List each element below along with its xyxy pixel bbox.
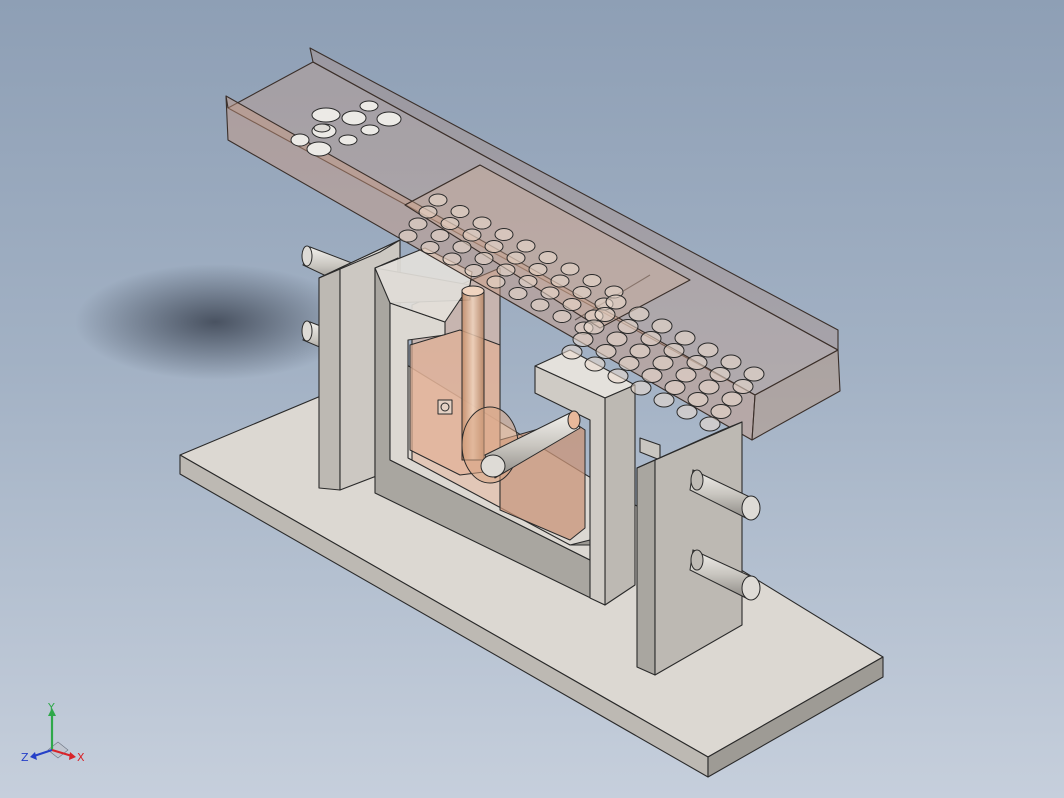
tray-hole [420, 241, 440, 254]
tray-hole [676, 404, 698, 420]
tray-hole [506, 251, 526, 265]
tray-hole [442, 252, 462, 266]
tray-hole [582, 274, 602, 287]
tray-hole [452, 240, 472, 254]
z-axis-icon [33, 748, 53, 758]
tray-hole [474, 252, 494, 265]
tray-hole [561, 344, 583, 360]
tray-hole [617, 319, 639, 334]
tray-hole [720, 354, 742, 370]
tray-hole [698, 379, 720, 395]
tray-hole [641, 368, 663, 383]
view-orientation-triad[interactable]: Y X Z [18, 700, 88, 775]
tray-hole [440, 217, 460, 230]
tray-hole [697, 342, 719, 358]
y-axis-label: Y [47, 701, 55, 714]
tray-hole [430, 229, 450, 242]
tray-hole [486, 275, 506, 289]
tray-hole [583, 319, 605, 335]
tray-hole [472, 216, 492, 230]
tray-hole [464, 264, 484, 277]
left-plate-front [318, 267, 341, 491]
tray-hole [496, 263, 516, 277]
tray-hole [732, 379, 754, 394]
cad-viewport[interactable]: Y X Z [0, 0, 1064, 798]
model-scene[interactable] [0, 0, 1064, 798]
tray-hole [518, 275, 538, 288]
tray-hole [562, 298, 582, 311]
tray-hole [595, 344, 617, 359]
tray-hole [398, 229, 418, 243]
tray-hole [594, 307, 616, 322]
tray-hole [630, 380, 652, 396]
tray-hole [675, 367, 697, 383]
tray-hole [550, 274, 570, 288]
tray-hole [605, 294, 627, 310]
tray-hole [628, 306, 650, 322]
right-plate-back-pins [639, 437, 661, 461]
tray-hole [699, 416, 721, 432]
tray-hole [674, 330, 696, 346]
x-axis-label: X [77, 751, 85, 764]
tray-hole [686, 355, 708, 370]
tray-hole [618, 356, 640, 371]
tray-hole [530, 298, 550, 312]
tray-hole [743, 366, 765, 382]
tray-hole [552, 310, 572, 323]
z-axis-arrow-icon [30, 752, 37, 760]
tray-hole [516, 239, 536, 253]
tray-hole [408, 217, 428, 231]
tray-hole [418, 205, 438, 219]
sensor-cube [437, 399, 453, 415]
u-frame-right-post-face [604, 384, 636, 606]
tray-hole [584, 356, 606, 372]
tray-hole [484, 240, 504, 253]
right-plate-front [636, 459, 656, 676]
tray-hole [687, 392, 709, 407]
tray-hole [652, 355, 674, 371]
push-rod-end [480, 454, 506, 478]
tray-hole [560, 262, 580, 276]
x-axis-arrow-icon [69, 752, 76, 760]
tray-hole [572, 332, 594, 347]
tray-hole [450, 205, 470, 218]
z-axis-label: Z [21, 751, 29, 764]
tray-hole [508, 287, 528, 300]
tray-hole [629, 343, 651, 359]
tray-hole [607, 368, 629, 384]
tray-hole [710, 404, 732, 419]
tray-hole [540, 286, 560, 300]
cast-shadow [75, 264, 355, 380]
tray-hole [538, 251, 558, 264]
tray-hole [640, 331, 662, 346]
tray-hole [721, 391, 743, 407]
tray-hole [528, 263, 548, 276]
tray-hole [709, 367, 731, 382]
tray-hole [494, 228, 514, 241]
tray-hole [651, 318, 673, 334]
tray-hole [462, 228, 482, 242]
tray-hole [428, 193, 448, 207]
tray-hole [653, 392, 675, 408]
tray-hole [572, 286, 592, 299]
tray-hole [663, 343, 685, 358]
tray-hole [664, 380, 686, 395]
tray-hole [606, 331, 628, 347]
